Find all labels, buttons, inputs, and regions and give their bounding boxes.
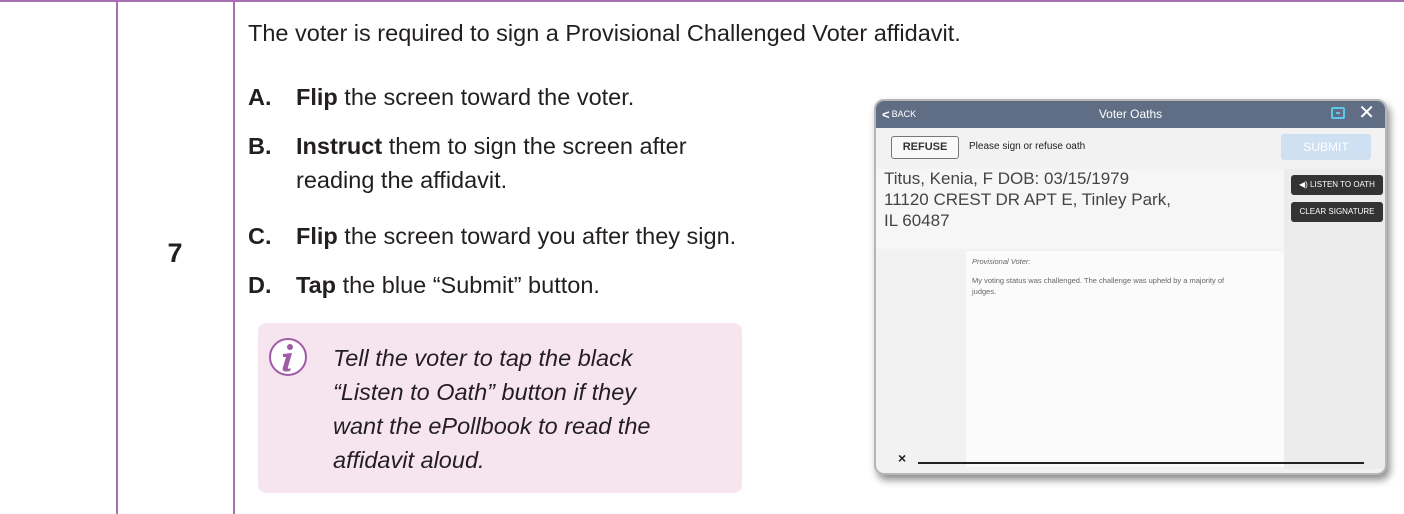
step-verb: Flip	[296, 84, 338, 110]
step-text: Flip the screen toward you after they si…	[296, 219, 736, 253]
listen-to-oath-button[interactable]: ◀) LISTEN TO OATH	[1291, 175, 1383, 195]
step-letter: B.	[248, 133, 272, 159]
info-icon	[269, 338, 307, 376]
table-column-divider	[233, 0, 235, 514]
clear-signature-button[interactable]: CLEAR SIGNATURE	[1291, 202, 1383, 222]
callout-text: Tell the voter to tap the black “Listen …	[333, 345, 651, 473]
oath-actions-panel: ◀) LISTEN TO OATH CLEAR SIGNATURE	[1284, 169, 1385, 469]
affidavit-body: My voting status was challenged. The cha…	[972, 276, 1225, 296]
step-verb: Tap	[296, 272, 337, 298]
step-verb: Instruct	[296, 133, 383, 159]
step-rest: the screen toward you after they sign.	[337, 223, 737, 249]
voter-address: 11120 CREST DR APT E, Tinley Park,	[884, 190, 1171, 209]
signature-line[interactable]	[918, 462, 1364, 464]
affidavit-text-area: Provisional Voter: My voting status was …	[966, 251, 1284, 467]
tablet-screenshot: < BACK Voter Oaths ✕ REFUSE Please sign o…	[874, 99, 1387, 475]
voter-name-dob: Titus, Kenia, F DOB: 03/15/1979	[884, 169, 1130, 188]
submit-button[interactable]: SUBMIT	[1281, 134, 1371, 160]
step-letter: A.	[248, 84, 272, 110]
step-rest: the blue “Submit” button.	[336, 272, 600, 298]
step-intro: The voter is required to sign a Provisio…	[248, 20, 961, 46]
step-text: Flip the screen toward the voter.	[296, 80, 634, 114]
step-text: Instruct them to sign the screen after re…	[296, 129, 687, 197]
table-column-divider	[116, 0, 118, 514]
tablet-header: < BACK Voter Oaths ✕	[876, 101, 1385, 128]
step-letter: C.	[248, 223, 272, 249]
step-rest: them to sign the screen after	[382, 133, 687, 159]
affidavit-heading: Provisional Voter:	[972, 257, 1031, 266]
signature-x-mark: ×	[898, 450, 907, 466]
refuse-button[interactable]: REFUSE	[891, 136, 959, 159]
oath-instruction: Please sign or refuse oath	[969, 141, 1086, 152]
info-callout: Tell the voter to tap the black “Listen …	[258, 323, 742, 493]
step-number: 7	[167, 238, 183, 268]
voter-city-zip: IL 60487	[884, 211, 950, 230]
step-rest: the screen toward the voter.	[337, 84, 635, 110]
table-top-rule	[0, 0, 1404, 2]
close-icon[interactable]: ✕	[1358, 102, 1375, 124]
tablet-title: Voter Oaths	[1098, 107, 1163, 121]
step-rest-line2: reading the affidavit.	[296, 167, 508, 193]
step-text: Tap the blue “Submit” button.	[296, 268, 600, 302]
step-letter: D.	[248, 272, 272, 298]
step-verb: Flip	[296, 223, 338, 249]
chat-icon[interactable]	[1331, 107, 1345, 119]
voter-info: Titus, Kenia, F DOB: 03/15/1979 11120 CR…	[876, 169, 1284, 249]
